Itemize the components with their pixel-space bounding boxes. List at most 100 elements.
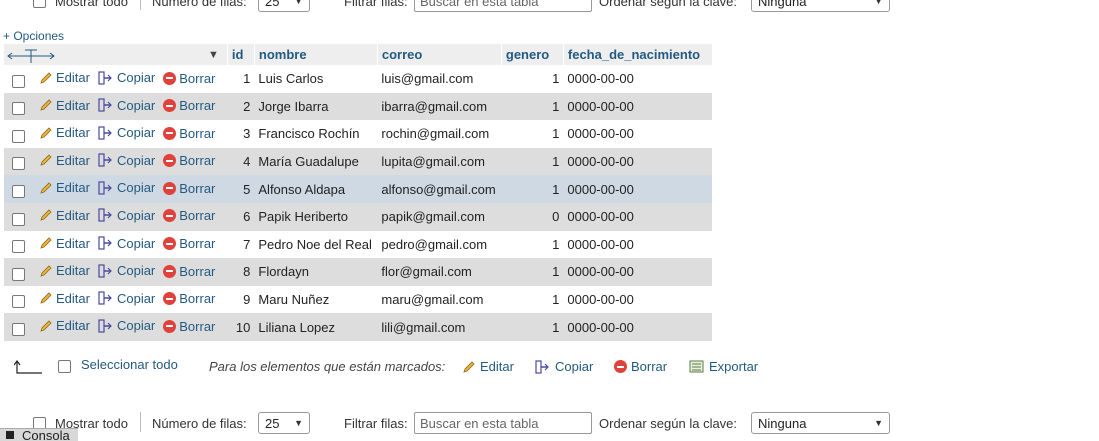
edit-link[interactable]: Editar	[39, 236, 90, 251]
edit-link[interactable]: Editar	[39, 291, 90, 306]
column-resize-icon[interactable]	[6, 48, 56, 64]
cell-genero[interactable]: 0	[501, 202, 564, 231]
row-checkbox[interactable]	[12, 212, 25, 226]
options-link[interactable]: + Opciones	[3, 29, 64, 43]
delete-link[interactable]: Borrar	[163, 153, 215, 168]
table-row[interactable]: Editar Copiar Borrar 3 Francisco Rochín rochi…	[4, 120, 713, 148]
cell-id[interactable]: 3	[227, 120, 255, 148]
console-toggle[interactable]: Consola	[0, 428, 78, 441]
cell-fecha[interactable]: 0000-00-00	[563, 147, 713, 176]
cell-genero[interactable]: 1	[501, 285, 564, 314]
copy-link[interactable]: Copiar	[98, 98, 155, 113]
edit-link[interactable]: Editar	[39, 125, 90, 140]
cell-nombre[interactable]: Alfonso Aldapa	[254, 175, 378, 203]
row-checkbox[interactable]	[12, 184, 25, 198]
cell-id[interactable]: 8	[227, 258, 255, 286]
copy-link[interactable]: Copiar	[98, 208, 155, 223]
delete-link[interactable]: Borrar	[163, 126, 215, 141]
cell-id[interactable]: 9	[227, 285, 255, 314]
copy-link[interactable]: Copiar	[98, 263, 155, 278]
row-checkbox[interactable]	[12, 102, 25, 116]
cell-correo[interactable]: lili@gmail.com	[377, 313, 502, 341]
rows-select[interactable]: 25 ▼	[258, 412, 310, 434]
copy-link[interactable]: Copiar	[98, 125, 155, 140]
delete-link[interactable]: Borrar	[163, 71, 215, 86]
edit-link[interactable]: Editar	[39, 70, 90, 85]
row-checkbox[interactable]	[12, 74, 25, 88]
copy-link[interactable]: Copiar	[98, 153, 155, 168]
filter-input-box[interactable]: Buscar en esta tabla	[414, 0, 592, 12]
copy-link[interactable]: Copiar	[98, 291, 155, 306]
table-row[interactable]: Editar Copiar Borrar 2 Jorge Ibarra ibarra@gm…	[4, 92, 713, 121]
cell-id[interactable]: 5	[227, 175, 255, 203]
sort-select[interactable]: Ninguna ▼	[751, 412, 890, 434]
cell-nombre[interactable]: Papik Heriberto	[254, 202, 378, 231]
row-checkbox[interactable]	[12, 129, 25, 143]
cell-fecha[interactable]: 0000-00-00	[563, 285, 713, 314]
table-row[interactable]: Editar Copiar Borrar 6 Papik Heriberto papik@…	[4, 202, 713, 231]
cell-nombre[interactable]: Liliana Lopez	[254, 313, 378, 341]
row-checkbox[interactable]	[12, 267, 25, 281]
edit-link[interactable]: Editar	[39, 180, 90, 195]
cell-genero[interactable]: 1	[501, 92, 564, 121]
filter-input[interactable]: Buscar en esta tabla	[414, 412, 592, 434]
cell-correo[interactable]: pedro@gmail.com	[377, 230, 502, 259]
cell-fecha[interactable]: 0000-00-00	[563, 258, 713, 286]
cell-id[interactable]: 1	[227, 65, 255, 93]
cell-correo[interactable]: maru@gmail.com	[377, 285, 502, 314]
edit-link[interactable]: Editar	[39, 263, 90, 278]
cell-fecha[interactable]: 0000-00-00	[563, 202, 713, 231]
cell-fecha[interactable]: 0000-00-00	[563, 230, 713, 259]
cell-id[interactable]: 6	[227, 202, 255, 231]
sort-select[interactable]: Ninguna ▼	[751, 0, 890, 12]
delete-link[interactable]: Borrar	[163, 319, 215, 334]
delete-link[interactable]: Borrar	[163, 264, 215, 279]
sort-dropdown-icon[interactable]: ▼	[208, 49, 219, 61]
table-row[interactable]: Editar Copiar Borrar 4 María Guadalupe lupita…	[4, 147, 713, 176]
header-genero[interactable]: genero	[501, 44, 564, 65]
table-row[interactable]: Editar Copiar Borrar 1 Luis Carlos luis@gmail…	[4, 65, 713, 93]
cell-fecha[interactable]: 0000-00-00	[563, 65, 713, 93]
cell-correo[interactable]: rochin@gmail.com	[377, 120, 502, 148]
table-row[interactable]: Editar Copiar Borrar 7 Pedro Noe del Real ped…	[4, 230, 713, 259]
cell-correo[interactable]: luis@gmail.com	[377, 65, 502, 93]
filter-input-box[interactable]: Buscar en esta tabla	[414, 412, 592, 434]
filter-input[interactable]: Buscar en esta tabla	[414, 0, 592, 12]
delete-link[interactable]: Borrar	[163, 236, 215, 251]
table-row[interactable]: Editar Copiar Borrar 10 Liliana Lopez lili@gm…	[4, 313, 713, 341]
header-id[interactable]: id	[227, 44, 255, 65]
copy-link[interactable]: Copiar	[98, 180, 155, 195]
copy-link[interactable]: Copiar	[98, 318, 155, 333]
cell-nombre[interactable]: Jorge Ibarra	[254, 92, 378, 121]
cell-genero[interactable]: 1	[501, 65, 564, 93]
table-row[interactable]: Editar Copiar Borrar 8 Flordayn flor@gmail.co…	[4, 258, 713, 286]
cell-correo[interactable]: ibarra@gmail.com	[377, 92, 502, 121]
row-checkbox[interactable]	[12, 295, 25, 309]
edit-link[interactable]: Editar	[39, 153, 90, 168]
cell-nombre[interactable]: Luis Carlos	[254, 65, 378, 93]
bulk-edit-button[interactable]: Editar	[462, 359, 514, 374]
header-nombre[interactable]: nombre	[254, 44, 378, 65]
bulk-export-button[interactable]: Exportar	[689, 359, 758, 374]
cell-nombre[interactable]: Pedro Noe del Real	[254, 230, 378, 259]
cell-fecha[interactable]: 0000-00-00	[563, 175, 713, 203]
cell-correo[interactable]: lupita@gmail.com	[377, 147, 502, 176]
cell-genero[interactable]: 1	[501, 120, 564, 148]
select-all-link[interactable]: Seleccionar todo	[81, 357, 178, 372]
rows-select[interactable]: 25 ▼	[258, 0, 310, 12]
row-checkbox[interactable]	[12, 157, 25, 171]
copy-link[interactable]: Copiar	[98, 70, 155, 85]
edit-link[interactable]: Editar	[39, 98, 90, 113]
cell-nombre[interactable]: Maru Nuñez	[254, 285, 378, 314]
row-checkbox[interactable]	[12, 240, 25, 254]
cell-id[interactable]: 10	[227, 313, 255, 341]
cell-nombre[interactable]: Francisco Rochín	[254, 120, 378, 148]
copy-link[interactable]: Copiar	[98, 236, 155, 251]
cell-genero[interactable]: 1	[501, 313, 564, 341]
table-row[interactable]: Editar Copiar Borrar 5 Alfonso Aldapa alfonso…	[4, 175, 713, 203]
select-all-checkbox[interactable]	[58, 360, 71, 373]
delete-link[interactable]: Borrar	[163, 98, 215, 113]
cell-correo[interactable]: flor@gmail.com	[377, 258, 502, 286]
cell-fecha[interactable]: 0000-00-00	[563, 313, 713, 341]
cell-genero[interactable]: 1	[501, 230, 564, 259]
